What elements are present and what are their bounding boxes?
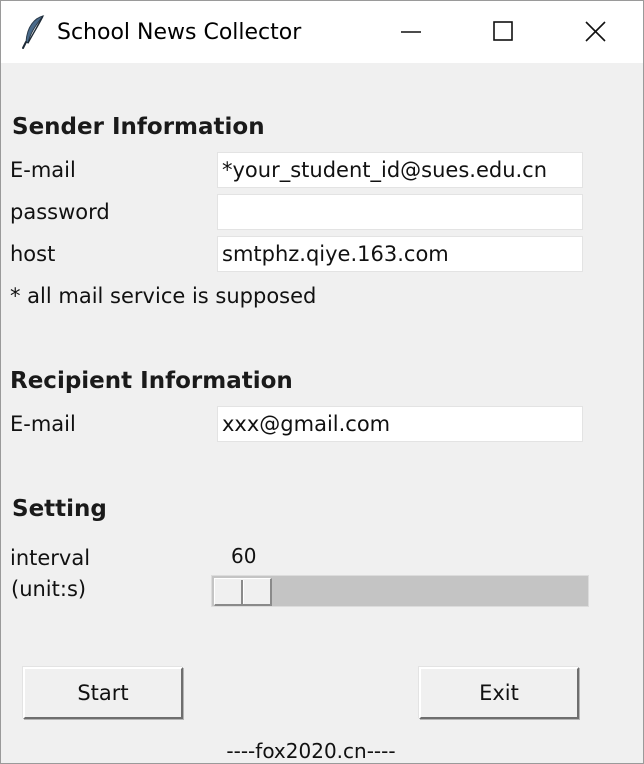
close-button[interactable] (549, 1, 641, 63)
slider-grip (241, 580, 244, 604)
maximize-button[interactable] (457, 1, 549, 63)
interval-value: 60 (231, 544, 257, 568)
host-field[interactable] (217, 236, 583, 272)
app-window: School News Collector Sender Information… (0, 0, 644, 764)
sender-email-field[interactable] (217, 152, 583, 188)
exit-button[interactable]: Exit (419, 667, 579, 719)
feather-icon (21, 14, 47, 50)
interval-label: interval (10, 546, 91, 570)
host-label: host (10, 242, 56, 266)
unit-label: (unit:s) (11, 577, 87, 601)
recipient-email-label: E-mail (10, 412, 76, 436)
password-label: password (10, 200, 110, 224)
window-title: School News Collector (57, 20, 302, 45)
footer-text: ----fox2020.cn---- (226, 739, 396, 763)
recipient-heading: Recipient Information (10, 368, 293, 394)
close-icon (585, 21, 606, 42)
sender-heading: Sender Information (12, 114, 265, 140)
sender-email-label: E-mail (10, 158, 76, 182)
maximize-icon (493, 21, 513, 41)
password-field[interactable] (217, 194, 583, 230)
minimize-icon (401, 31, 421, 33)
interval-slider[interactable] (211, 575, 589, 607)
start-button[interactable]: Start (23, 667, 183, 719)
recipient-email-field[interactable] (217, 406, 583, 442)
mail-service-note: * all mail service is supposed (10, 284, 317, 308)
minimize-button[interactable] (365, 1, 457, 63)
setting-heading: Setting (12, 496, 107, 522)
slider-handle[interactable] (214, 578, 272, 606)
title-bar[interactable]: School News Collector (1, 1, 643, 63)
